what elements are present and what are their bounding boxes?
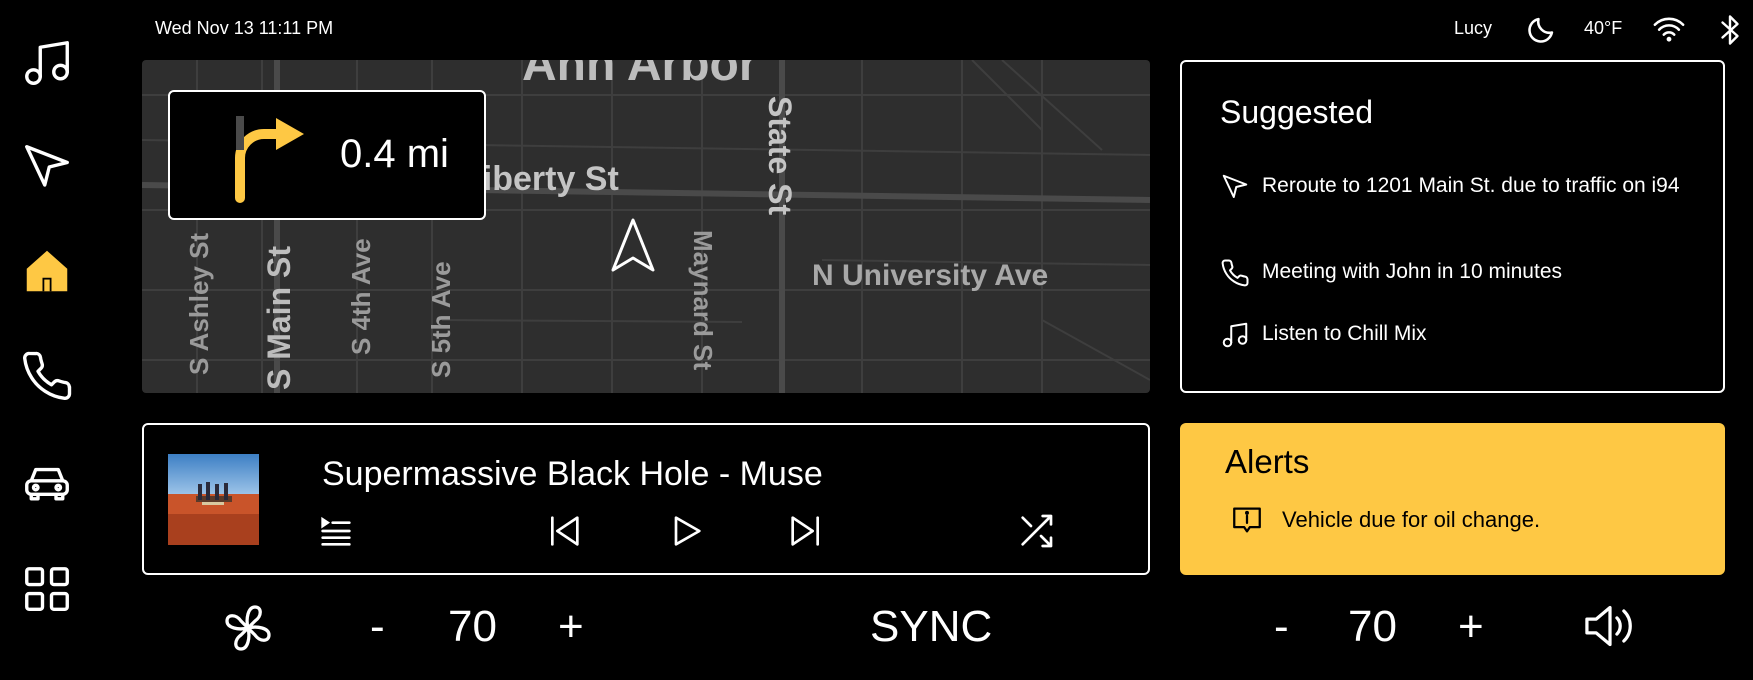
sidebar xyxy=(0,0,96,680)
sidebar-item-navigation[interactable] xyxy=(16,136,78,198)
alerts-title: Alerts xyxy=(1225,443,1310,480)
turn-distance: 0.4 mi xyxy=(340,132,449,176)
phone-icon xyxy=(23,351,72,400)
user-profile[interactable]: Lucy xyxy=(1454,18,1492,39)
suggested-title: Suggested xyxy=(1220,94,1374,130)
album-art[interactable] xyxy=(168,454,259,545)
queue-button[interactable] xyxy=(316,511,356,551)
suggested-item-text: Listen to Chill Mix xyxy=(1262,322,1427,345)
suggested-item-meeting[interactable]: Meeting with John in 10 minutes xyxy=(1220,258,1690,288)
date-time: Wed Nov 13 11:11 PM xyxy=(155,18,334,38)
status-bar: Wed Nov 13 11:11 PM Lucy 40°F xyxy=(0,0,1753,58)
map-label-city: Ann Arbor xyxy=(522,60,758,91)
driver-temp-value: 70 xyxy=(448,602,497,651)
suggested-panel: Suggested Reroute to 1201 Main St. due t… xyxy=(1180,60,1725,393)
next-track-button[interactable] xyxy=(786,511,826,551)
map-label-n-university-ave: N University Ave xyxy=(812,259,1048,292)
alert-item-oil-change[interactable]: Vehicle due for oil change. xyxy=(1230,503,1540,537)
passenger-temp-decrease-button[interactable]: - xyxy=(1274,602,1289,652)
map-label-s-5th-ave: S 5th Ave xyxy=(426,261,456,378)
play-icon xyxy=(674,516,701,546)
turn-instruction-card[interactable]: 0.4 mi xyxy=(168,90,486,220)
track-title: Supermassive Black Hole - Muse xyxy=(322,455,823,493)
alert-text: Vehicle due for oil change. xyxy=(1282,507,1541,532)
driver-temp-decrease-button[interactable]: - xyxy=(370,602,385,652)
music-icon xyxy=(1222,322,1248,348)
sync-button[interactable]: SYNC xyxy=(870,602,992,652)
album-art-image xyxy=(168,454,259,545)
alerts-panel: Alerts Vehicle due for oil change. xyxy=(1180,423,1725,575)
map-view[interactable]: Ann Arbor Liberty St State St N Universi… xyxy=(142,60,1150,393)
alert-message-icon xyxy=(1233,507,1261,533)
phone-icon xyxy=(1221,259,1249,287)
playlist-icon xyxy=(321,516,351,546)
previous-track-button[interactable] xyxy=(544,511,584,551)
suggested-item-playlist[interactable]: Listen to Chill Mix xyxy=(1220,320,1690,350)
sidebar-item-home[interactable] xyxy=(16,240,78,302)
shuffle-button[interactable] xyxy=(1016,511,1056,551)
sidebar-item-phone[interactable] xyxy=(16,345,78,407)
outside-temperature: 40°F xyxy=(1584,18,1623,38)
home-icon xyxy=(26,250,68,292)
map-label-maynard-st: Maynard St xyxy=(688,230,718,370)
car-icon xyxy=(25,467,69,501)
climate-bar: - 70 + SYNC - 70 + xyxy=(0,590,1753,680)
volume-icon[interactable] xyxy=(1580,598,1640,654)
suggested-item-reroute[interactable]: Reroute to 1201 Main St. due to traffic … xyxy=(1220,172,1690,202)
passenger-temp-value: 70 xyxy=(1348,602,1397,651)
turn-right-arrow-icon xyxy=(235,116,304,203)
shuffle-icon xyxy=(1021,514,1053,548)
passenger-temp-increase-button[interactable]: + xyxy=(1458,602,1484,652)
wifi-icon[interactable] xyxy=(1652,14,1686,44)
skip-back-icon xyxy=(551,516,579,546)
suggested-item-text: Reroute to 1201 Main St. due to traffic … xyxy=(1262,174,1680,197)
driver-temp-increase-button[interactable]: + xyxy=(558,602,584,652)
sidebar-item-vehicle[interactable] xyxy=(16,452,78,514)
vehicle-position-icon xyxy=(611,218,655,272)
media-player: Supermassive Black Hole - Muse xyxy=(142,423,1150,575)
map-label-s-main-st: S Main St xyxy=(261,246,297,390)
fan-icon[interactable] xyxy=(220,600,276,656)
navigation-icon xyxy=(25,145,69,187)
bluetooth-icon[interactable] xyxy=(1718,12,1742,48)
map-label-s-ashley-st: S Ashley St xyxy=(184,233,214,375)
navigation-icon xyxy=(1222,174,1248,198)
suggested-item-text: Meeting with John in 10 minutes xyxy=(1262,260,1562,283)
play-button[interactable] xyxy=(666,511,706,551)
skip-forward-icon xyxy=(791,516,819,546)
moon-icon[interactable] xyxy=(1525,12,1559,46)
music-icon xyxy=(25,41,69,85)
map-label-s-4th-ave: S 4th Ave xyxy=(346,238,376,355)
map-label-state-st: State St xyxy=(762,96,798,215)
sidebar-item-music[interactable] xyxy=(16,32,78,94)
